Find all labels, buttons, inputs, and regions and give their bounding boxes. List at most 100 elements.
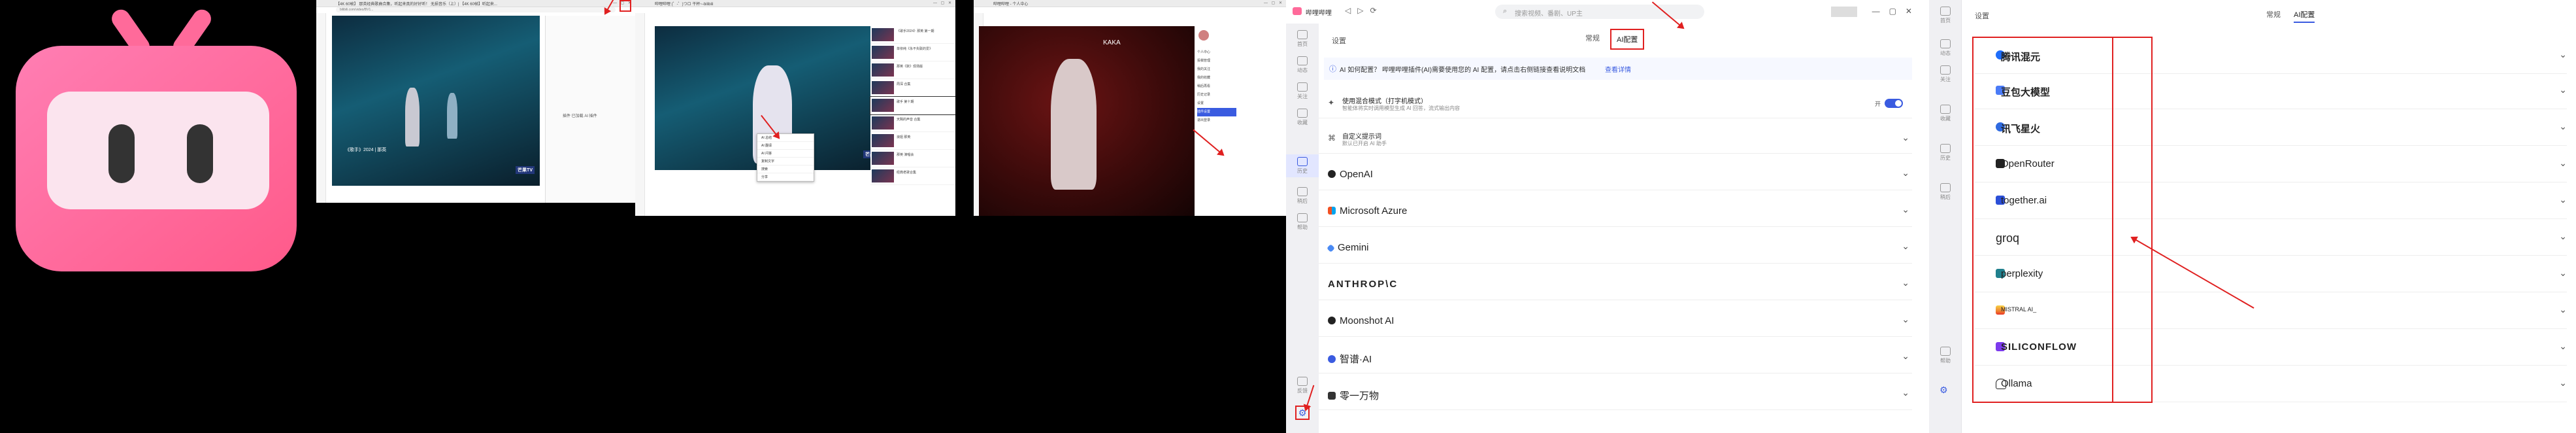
rail-item[interactable]: 稍后 [1929, 183, 1962, 201]
chevron-down-icon: ⌄ [1902, 204, 1909, 215]
video-player[interactable]: 《歌手》2024 | 那英 芒果TV [332, 16, 540, 186]
menu-list: 个人中心 投稿管理 我的关注 我的收藏 稍后再看 历史记录 设置 插件设置 退出… [1197, 48, 1236, 125]
info-text: AI 如何配置？ 哔哩哔哩插件(AI)需要使用您的 AI 配置，请点击右侧链接查… [1340, 67, 1586, 74]
provider-name: Microsoft Azure [1340, 205, 1408, 217]
rail-item[interactable]: 历史 [1929, 144, 1962, 162]
rail-item[interactable]: 收藏 [1929, 105, 1962, 122]
info-bar: ⓘ AI 如何配置？ 哔哩哔哩插件(AI)需要使用您的 AI 配置，请点击右侧链… [1324, 58, 1912, 80]
azure-icon [1328, 207, 1336, 215]
search-input[interactable]: ⌕ 搜索视频、番剧、UP主 [1495, 5, 1704, 19]
info-link[interactable]: 查看详情 [1605, 64, 1631, 74]
chevron-down-icon: ⌄ [1902, 351, 1909, 361]
provider-name: OpenAI [1340, 169, 1373, 180]
settings-gear-icon[interactable]: ⚙ [1940, 385, 1948, 396]
list-item[interactable]: 经典老歌合集 [870, 167, 955, 185]
menu-item[interactable]: 插件设置 [1197, 108, 1236, 116]
settings-window-2: 首页 动态 关注 收藏 历史 稍后 帮助 ⚙ 设置 常规 AI配置 腾讯混元 ⌄ … [1929, 0, 2576, 433]
user-menu: 个人中心 投稿管理 我的关注 我的收藏 稍后再看 历史记录 设置 插件设置 退出… [1195, 26, 1286, 216]
chevron-down-icon: ⌄ [1902, 277, 1909, 288]
avatar[interactable] [1831, 7, 1857, 17]
window-controls-icon[interactable]: —▢✕ [1872, 7, 1921, 16]
tab-bar: 哔哩哔哩 (゜-゜)つロ 干杯~-bilibili — ▢ ✕ [635, 0, 955, 7]
mode-toggle[interactable] [1885, 99, 1903, 108]
provider-row[interactable]: 零一万物 ⌄ [1319, 379, 1912, 410]
tab-title[interactable]: 【4K 60帧】 那英经典歌曲合集，听起来真的好好听！ 无损音乐（上）| 【4K… [336, 1, 497, 7]
tab-title[interactable]: 哔哩哔哩 - 个人中心 [993, 1, 1028, 7]
rail-item[interactable]: 首页 [1286, 30, 1319, 48]
provider-name: ANTHROP\C [1328, 279, 1398, 290]
singer-figure [1051, 59, 1097, 190]
list-item[interactable]: 《歌手2024》那英 第一期 [870, 26, 955, 44]
menu-item[interactable]: 设置 [1197, 99, 1236, 108]
nav-icons[interactable]: ◁▷⟳ [1345, 6, 1383, 15]
rail-item[interactable]: 帮助 [1286, 213, 1319, 231]
chevron-down-icon: ⌄ [2559, 377, 2567, 388]
menu-item[interactable]: 稍后再看 [1197, 82, 1236, 91]
list-item[interactable]: 那英《默》现场版 [870, 61, 955, 79]
mode-desc: 智能体将实时调用模型生成 AI 回答，流式输出内容 [1342, 105, 1461, 111]
context-menu-item[interactable]: AI 问答 [757, 150, 814, 158]
avatar[interactable] [1198, 30, 1209, 41]
list-item[interactable]: 那英 演唱会 [870, 150, 955, 167]
menu-item[interactable]: 我的关注 [1197, 65, 1236, 74]
context-menu-item[interactable]: 分享 [757, 173, 814, 181]
app-logo-icon [1293, 7, 1302, 15]
rail-item[interactable]: 动态 [1929, 39, 1962, 57]
rail-item[interactable]: 关注 [1286, 82, 1319, 100]
video-caption: 《歌手》2024 | 那英 [345, 148, 387, 152]
context-menu-item[interactable]: 搜索 [757, 165, 814, 173]
menu-item[interactable]: 退出登录 [1197, 116, 1236, 125]
settings-window: 哔哩哔哩 ◁▷⟳ ⌕ 搜索视频、番剧、UP主 —▢✕ 首页 动态 关注 收藏 历… [1286, 0, 1929, 433]
provider-row[interactable]: ANTHROP\C ⌄ [1319, 269, 1912, 300]
tab-title[interactable]: 哔哩哔哩 (゜-゜)つロ 干杯~-bilibili [655, 1, 714, 7]
address-bar[interactable]: bilibili.com/video/BV1... [336, 7, 616, 12]
browser-capture-2: 哔哩哔哩 (゜-゜)つロ 干杯~-bilibili — ▢ ✕ 芒果TV AI … [635, 0, 955, 216]
mode-icon: ✦ [1328, 98, 1335, 107]
rail-item[interactable]: 动态 [1286, 56, 1319, 74]
rail-item[interactable]: 收藏 [1286, 109, 1319, 126]
list-item[interactable]: 周深 合集 [870, 79, 955, 97]
menu-item[interactable]: 历史记录 [1197, 91, 1236, 99]
browser-capture-3: 哔哩哔哩 - 个人中心 — ▢ ✕ KAKA 个人中心 投稿管理 我的关注 我的… [974, 0, 1286, 216]
provider-row[interactable]: 智谱·AI ⌄ [1319, 343, 1912, 373]
list-item[interactable]: 天赐的声音 合集 [870, 114, 955, 132]
moonshot-icon [1328, 317, 1336, 324]
popup-panel: 插件 已加载 AI 插件 [545, 16, 635, 203]
rail-item[interactable]: 历史 [1286, 154, 1319, 177]
title-bar: 哔哩哔哩 ◁▷⟳ ⌕ 搜索视频、番剧、UP主 —▢✕ [1286, 0, 1929, 24]
chevron-down-icon: ⌄ [1902, 167, 1909, 178]
rail-item[interactable]: 帮助 [1929, 347, 1962, 364]
prompt-title: 自定义提示词 [1342, 133, 1381, 141]
context-menu-item[interactable]: AI 翻译 [757, 142, 814, 150]
list-item[interactable]: 浪姐 那英 [870, 132, 955, 150]
context-menu-item[interactable]: 复制文字 [757, 158, 814, 165]
tab-general[interactable]: 常规 [2266, 9, 2281, 20]
rail-item[interactable]: 关注 [1929, 65, 1962, 83]
tab-bar: 哔哩哔哩 - 个人中心 — ▢ ✕ [974, 0, 1286, 7]
menu-item[interactable]: 投稿管理 [1197, 57, 1236, 65]
search-placeholder: 搜索视频、番剧、UP主 [1515, 10, 1583, 18]
window-controls-icon[interactable]: — ▢ ✕ [933, 1, 953, 5]
tab-ai-config[interactable]: AI配置 [2294, 9, 2315, 23]
context-menu: AI 总结 AI 翻译 AI 问答 复制文字 搜索 分享 [757, 133, 814, 182]
rail-item[interactable]: 稍后 [1286, 187, 1319, 205]
list-item[interactable]: 歌手 第十期 [870, 96, 955, 115]
rail-item[interactable]: 首页 [1929, 7, 1962, 24]
tab-general[interactable]: 常规 [1585, 33, 1600, 43]
window-controls-icon[interactable]: — ▢ ✕ [1264, 1, 1283, 5]
singer-figure [405, 88, 420, 147]
video-player[interactable]: KAKA [979, 26, 1195, 216]
provider-row[interactable]: OpenAI ⌄ [1319, 160, 1912, 190]
tab-ai-config[interactable]: AI配置 [1610, 29, 1645, 50]
list-item[interactable]: 单依纯《永不失联的爱》 [870, 44, 955, 61]
chevron-down-icon: ⌄ [1902, 387, 1909, 398]
provider-name: 零一万物 [1340, 390, 1379, 402]
provider-row[interactable]: Microsoft Azure ⌄ [1319, 196, 1912, 227]
provider-row[interactable]: Gemini ⌄ [1319, 233, 1912, 264]
left-toolbar [635, 13, 645, 216]
menu-item[interactable]: 个人中心 [1197, 48, 1236, 57]
context-menu-item[interactable]: AI 总结 [757, 134, 814, 142]
provider-row[interactable]: Moonshot AI ⌄ [1319, 306, 1912, 337]
prompt-row[interactable]: ⌘ 自定义提示词 默认已开启 AI 助手 ⌄ [1319, 124, 1912, 154]
menu-item[interactable]: 我的收藏 [1197, 74, 1236, 82]
